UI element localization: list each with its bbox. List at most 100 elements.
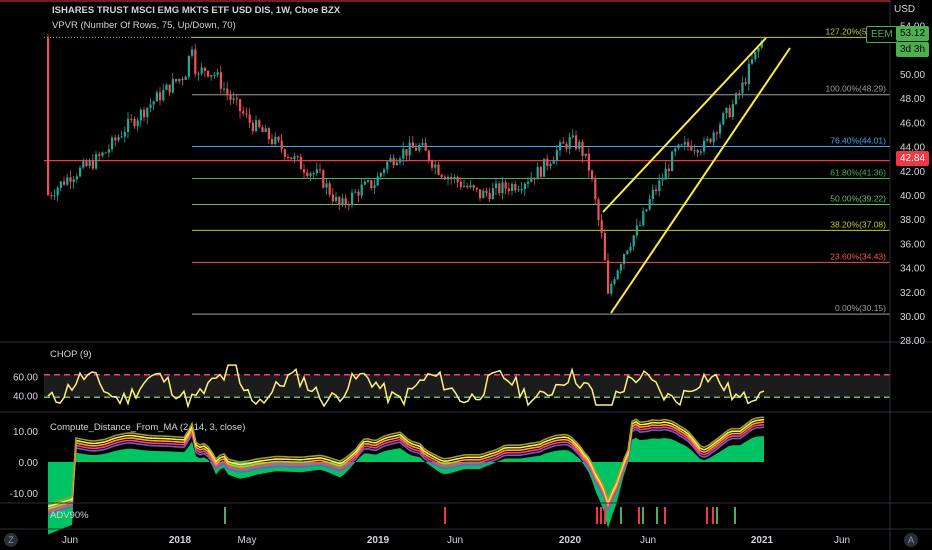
candle [447,174,450,186]
adv-marker [604,507,606,524]
candle-body [479,189,482,199]
candle-body [575,135,578,149]
candle [363,178,366,186]
candle-body [271,139,274,145]
chop-title[interactable]: CHOP (9) [50,349,92,360]
candle-body [517,189,520,191]
candle-body [331,194,334,202]
candle [395,157,398,166]
candle-body [552,160,555,164]
candle-body [434,164,437,168]
candle-body [299,156,302,170]
zoom-button[interactable]: Z [4,533,18,547]
adv-title[interactable]: ADV90% [50,510,89,521]
auto-scale-button[interactable]: A [904,533,918,547]
candle [472,184,475,192]
adv-marker [656,507,658,524]
candle [607,253,610,295]
candle [104,151,107,154]
currency-label[interactable]: USD [894,4,915,15]
ma-title[interactable]: Compute_Distance_From_MA (2, 14, 3, clos… [50,422,245,433]
price-tick-label: 34.00 [900,264,925,275]
candle [635,218,638,239]
candle-body [63,181,66,185]
candle-body [165,84,168,90]
price-tick-label: 36.00 [900,239,925,250]
candle-body [59,181,62,188]
candle-body [539,166,542,177]
candle-body [293,156,296,160]
candle-body [399,158,402,163]
candle [463,179,466,188]
chop-tick-label: 60.00 [13,373,38,384]
candle [597,197,600,227]
candle [520,182,523,194]
candle [735,92,738,106]
candle-body [635,225,638,236]
candle [690,140,693,152]
candle [747,59,750,91]
candle [594,175,597,206]
candle-body [187,55,190,77]
candle [555,145,558,166]
candle [488,187,491,203]
wedge-upper-line [602,37,767,213]
price-tick: 46.00 [900,118,925,129]
candle-body [706,138,709,141]
candle [149,98,152,113]
candle-body [335,196,338,202]
candle-body [370,180,373,189]
candle-body [504,182,507,189]
candle [648,194,651,211]
candle [226,81,229,101]
candle-body [386,161,389,170]
candle-body [735,93,738,105]
candle-body [424,142,427,151]
candle-body [427,150,430,161]
candle-body [85,161,88,167]
candle [184,75,187,81]
candle-body [568,137,571,149]
candle-body [751,59,754,64]
candle [155,90,158,102]
chart-stage[interactable]: 127.20%(53.03) 100.00%(48.29) 76.40%(44.01… [0,0,932,550]
candle [165,83,168,91]
candle [235,93,238,106]
candle-body [699,151,702,153]
time-axis-label: Jun [834,535,850,546]
price-tick: 50.00 [900,70,925,81]
candle-body [50,195,53,197]
candle-body [123,132,126,137]
candle [517,185,520,193]
indicator-label-vpvr[interactable]: VPVR (Number Of Rows, 75, Up/Down, 70) [52,20,236,31]
candle-body [536,166,539,180]
candle-body [456,177,459,182]
candle [565,141,568,153]
candle [754,51,757,62]
candle [568,132,571,155]
candle [421,138,424,146]
candle [175,78,178,84]
candle-body [623,254,626,265]
candle-body [571,135,574,138]
candle-body [485,190,488,194]
candle [469,180,472,189]
candle-body [248,114,251,123]
candle-body [565,143,568,149]
candle [475,187,478,193]
candle-body [715,132,718,134]
candle-body [594,179,597,200]
candle [415,143,418,152]
time-axis-label: Jun [447,535,463,546]
candle [210,74,213,81]
fib-level-label: 23.60%(34.43) [830,251,886,261]
time-axis-label: 2018 [169,535,192,546]
candle [667,163,670,179]
chart-canvas[interactable]: 127.20%(53.03)100.00%(48.29)76.40%(44.01… [0,0,932,550]
candle [703,136,706,156]
candle-body [360,184,363,196]
candle-body [600,220,603,233]
wedge-lower-line [610,47,791,314]
candle-body [389,158,392,162]
chop-band [44,374,890,398]
